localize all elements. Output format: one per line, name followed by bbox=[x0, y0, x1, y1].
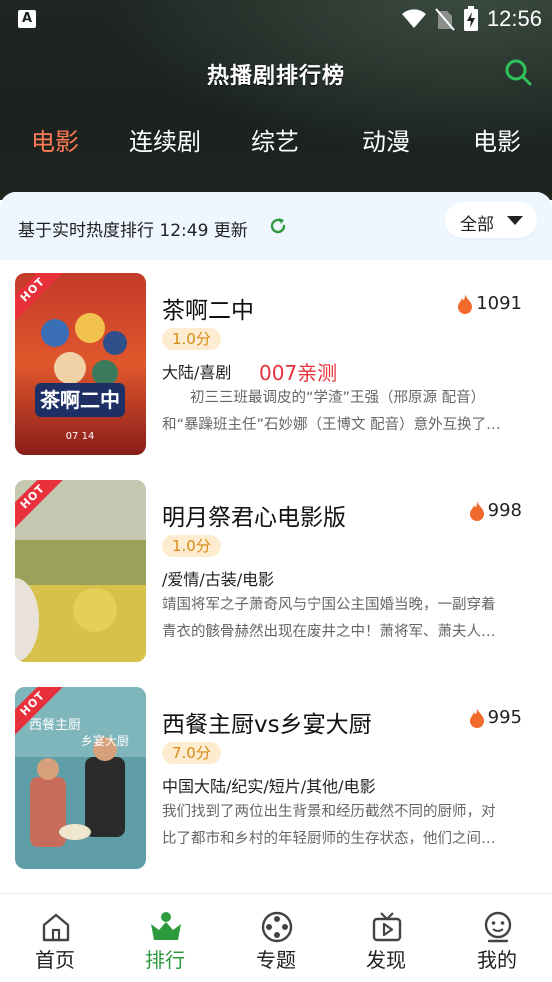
user-face-icon bbox=[484, 911, 512, 943]
svg-text:乡宴大厨: 乡宴大厨 bbox=[81, 733, 129, 748]
item-description: 靖国将军之子萧奇风与宁国公主国婚当晚，一副穿着 青衣的骸骨赫然出现在废井之中！萧… bbox=[162, 597, 496, 640]
genre-text: 中国大陆/纪实/短片/其他/电影 bbox=[162, 777, 376, 796]
nav-discover-label: 发现 bbox=[366, 948, 406, 972]
poster-image: 西餐主厨 乡宴大厨 HOT bbox=[15, 687, 146, 869]
tab-movie-2[interactable]: 电影 bbox=[442, 122, 552, 157]
nav-topics-label: 专题 bbox=[256, 948, 296, 972]
ranking-item[interactable]: 茶啊二中 07 14 HOT 茶啊二中 1091 1.0分 大陆/喜剧 007亲… bbox=[0, 273, 552, 473]
genre-text: 大陆/喜剧 bbox=[162, 363, 232, 382]
filter-label: 全部 bbox=[460, 215, 494, 235]
nav-mine[interactable]: 我的 bbox=[442, 894, 552, 982]
tab-movie[interactable]: 电影 bbox=[0, 122, 110, 157]
flame-icon bbox=[469, 500, 484, 521]
update-info-bar: 基于实时热度排行 12:49 更新 全部 bbox=[0, 192, 552, 260]
caret-down-icon bbox=[507, 216, 523, 225]
header: A 12:56 热播剧排行榜 电影 连续剧 综艺 动漫 电影 bbox=[0, 0, 552, 200]
nav-home-label: 首页 bbox=[35, 948, 75, 972]
category-tabs: 电影 连续剧 综艺 动漫 电影 bbox=[0, 122, 552, 166]
score-badge: 1.0分 bbox=[162, 328, 221, 350]
heat-count: 998 bbox=[468, 500, 522, 521]
item-title: 茶啊二中 bbox=[162, 298, 254, 324]
filter-dropdown[interactable]: 全部 bbox=[445, 202, 537, 238]
nav-home[interactable]: 首页 bbox=[0, 894, 110, 982]
ranking-sheet: 基于实时热度排行 12:49 更新 全部 茶啊二中 07 14 HOT 茶啊二中… bbox=[0, 192, 552, 894]
nav-ranking-label: 排行 bbox=[145, 948, 185, 972]
item-title: 西餐主厨vs乡宴大厨 bbox=[162, 712, 372, 738]
heat-count: 1091 bbox=[456, 293, 522, 314]
item-description: 我们找到了两位出生背景和经历截然不同的厨师，对 比了都市和乡村的年轻厨师的生存状… bbox=[162, 804, 496, 847]
no-sim-icon bbox=[435, 8, 455, 31]
svg-text:茶啊二中: 茶啊二中 bbox=[40, 388, 120, 412]
svg-text:西餐主厨: 西餐主厨 bbox=[29, 717, 81, 733]
status-bar: A 12:56 bbox=[0, 0, 552, 38]
genre-text: /爱情/古装/电影 bbox=[162, 570, 275, 589]
wifi-icon bbox=[401, 9, 426, 28]
battery-charging-icon bbox=[463, 6, 478, 31]
nav-mine-label: 我的 bbox=[477, 948, 517, 972]
tested-tag: 007亲测 bbox=[259, 361, 338, 385]
item-description: 初三三班最调皮的“学渣”王强（邢原源 配音） 和“暴躁班主任”石妙娜（王博文 配… bbox=[162, 390, 501, 433]
nav-ranking[interactable]: 排行 bbox=[110, 894, 220, 982]
nav-discover[interactable]: 发现 bbox=[331, 894, 441, 982]
film-reel-icon bbox=[261, 911, 293, 943]
tab-variety[interactable]: 综艺 bbox=[220, 122, 330, 157]
crown-icon bbox=[151, 912, 181, 940]
ranking-item[interactable]: 西餐主厨 乡宴大厨 HOT 西餐主厨vs乡宴大厨 995 7.0分 中国大陆/纪… bbox=[0, 687, 552, 887]
tab-anime[interactable]: 动漫 bbox=[331, 122, 441, 157]
search-icon[interactable] bbox=[504, 58, 532, 86]
tv-play-icon bbox=[372, 912, 402, 942]
tab-series[interactable]: 连续剧 bbox=[110, 122, 220, 157]
bottom-navigation: 首页 排行 专题 发现 我的 bbox=[0, 893, 552, 982]
refresh-icon[interactable] bbox=[268, 216, 288, 236]
ranking-item[interactable]: HOT 明月祭君心电影版 998 1.0分 /爱情/古装/电影 靖国将军之子萧奇… bbox=[0, 480, 552, 680]
item-title: 明月祭君心电影版 bbox=[162, 505, 346, 531]
flame-icon bbox=[458, 293, 473, 314]
score-badge: 7.0分 bbox=[162, 742, 221, 764]
flame-icon bbox=[469, 707, 484, 728]
poster-image: 茶啊二中 07 14 HOT bbox=[15, 273, 146, 455]
page-title: 热播剧排行榜 bbox=[206, 64, 345, 89]
svg-text:07 14: 07 14 bbox=[66, 431, 95, 442]
status-icons: 12:56 bbox=[401, 6, 542, 32]
home-icon bbox=[42, 913, 70, 942]
nav-topics[interactable]: 专题 bbox=[221, 894, 331, 982]
update-info-text: 基于实时热度排行 12:49 更新 bbox=[18, 221, 248, 241]
heat-count: 995 bbox=[468, 707, 522, 728]
score-badge: 1.0分 bbox=[162, 535, 221, 557]
notification-a-icon: A bbox=[18, 10, 36, 28]
poster-image: HOT bbox=[15, 480, 146, 662]
clock: 12:56 bbox=[486, 6, 542, 31]
